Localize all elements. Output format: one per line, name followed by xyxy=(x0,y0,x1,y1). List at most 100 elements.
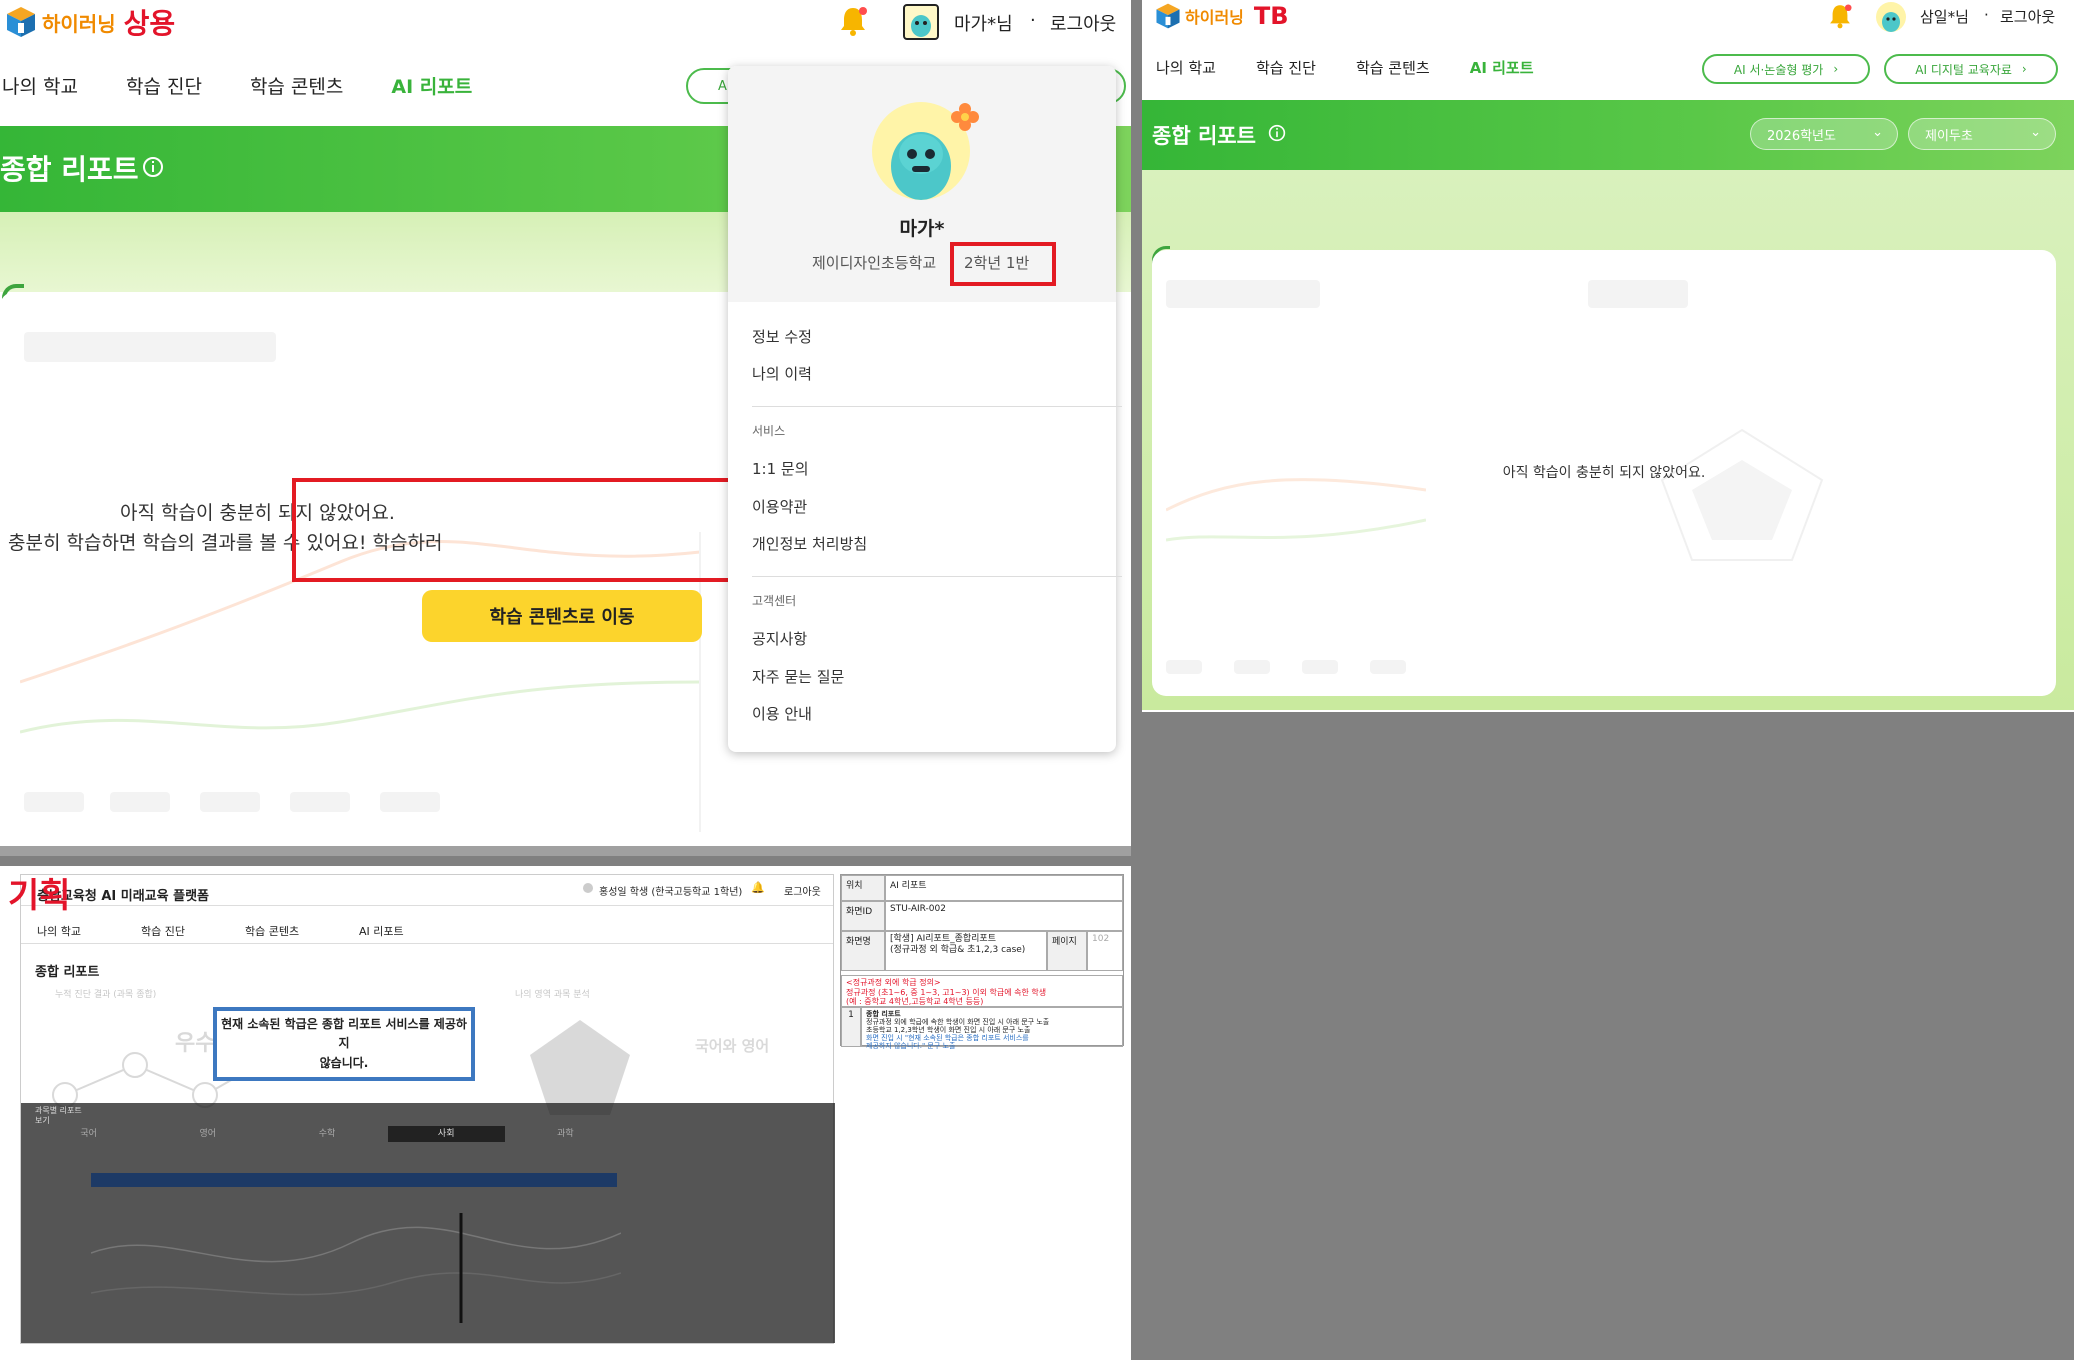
main-nav: 나의 학교 학습 진단 학습 콘텐츠 AI 리포트 xyxy=(2,72,472,99)
notice-box: 현재 소속된 학급은 종합 리포트 서비스를 제공하지 않습니다. xyxy=(213,1007,475,1081)
tab-social[interactable]: 사회 xyxy=(386,1125,506,1143)
skeleton-title xyxy=(1166,280,1320,308)
spec-name-value: [학생] AI리포트_종합리포트 (정규과정 외 학급& 초1,2,3 case… xyxy=(885,931,1047,971)
skeleton-tick xyxy=(110,792,170,812)
bell-icon[interactable]: 🔔 xyxy=(751,881,765,894)
ai-essay-button[interactable]: AI 서·논술형 평가 › xyxy=(1702,54,1870,84)
go-contents-button[interactable]: 학습 콘텐츠로 이동 xyxy=(422,590,702,642)
empty-message: 아직 학습이 충분히 되지 않았어요. xyxy=(1502,465,1706,481)
spec-name-main: [학생] AI리포트_종합리포트 xyxy=(890,934,996,944)
spec-table: 위치 AI 리포트 화면ID STU-AIR-002 화면명 [학생] AI리포… xyxy=(840,874,1124,1051)
spec-definition: <정규과정 외에 학급 정의> 정규과정 (초1~6, 중 1~3, 고1~3)… xyxy=(841,975,1123,1007)
panel-production: 하이러닝 상용 마가*님 · 로그아웃 나의 학교 학습 진단 학습 콘텐츠 A… xyxy=(0,0,1131,856)
panel-bottom-edge xyxy=(0,846,1131,856)
spec-def-line-1: 정규과정 (초1~6, 중 1~3, 고1~3) 이외 학급에 속한 학생 xyxy=(846,987,1047,997)
user-menu-dropdown: 마가* 제이디자인초등학교 2학년 1반 정보 수정 나의 이력 서비스 1:1… xyxy=(728,66,1122,752)
notice-line-2: 않습니다. xyxy=(319,1055,369,1070)
menu-divider xyxy=(752,406,1122,407)
spec-def-line-2: (예 : 중학교 4학년,고등학교 4학년 등등) xyxy=(846,997,984,1007)
avatar[interactable] xyxy=(1876,2,1906,32)
spec-screen-mock: 충남교육청 AI 미래교육 플랫폼 홍성일 학생 (한국고등학교 1학년) 🔔 … xyxy=(20,874,835,1344)
menu-guide[interactable]: 이용 안내 xyxy=(752,703,812,724)
nav-contents[interactable]: 학습 콘텐츠 xyxy=(250,72,343,99)
faded-radar xyxy=(1660,428,1824,561)
spec-name-sub: (정규과정 외 학급& 초1,2,3 case) xyxy=(890,944,1026,955)
chart-right-label: 나의 영역 과목 분석 xyxy=(515,990,590,1000)
nav-ai-report[interactable]: AI 리포트 xyxy=(1470,57,1534,78)
skeleton-tick xyxy=(1370,660,1406,674)
status-dot-icon xyxy=(583,883,593,893)
spec-id-value: STU-AIR-002 xyxy=(885,901,1123,931)
chevron-right-icon: › xyxy=(2021,62,2027,76)
skeleton-title xyxy=(24,332,276,362)
ai-digital-button[interactable]: AI 디지털 교육자료 › xyxy=(1884,54,2058,84)
panel-testbed: 하이러닝 TB 삼일*님 · 로그아웃 나의 학교 학습 진단 학습 콘텐츠 A… xyxy=(1142,0,2074,712)
menu-privacy[interactable]: 개인정보 처리방침 xyxy=(752,533,867,554)
avatar[interactable] xyxy=(903,4,939,40)
nav-my-school[interactable]: 나의 학교 xyxy=(1156,57,1216,78)
menu-faq[interactable]: 자주 묻는 질문 xyxy=(752,666,844,687)
notice-line-1: 현재 소속된 학급은 종합 리포트 서비스를 제공하지 xyxy=(221,1017,467,1051)
chart-left-label: 누적 진단 결과 (과목 종합) xyxy=(55,990,157,1000)
nav-ai-report[interactable]: AI 리포트 xyxy=(359,923,404,939)
info-circle-icon[interactable] xyxy=(1268,124,1286,146)
spec-label: 기획 xyxy=(8,876,71,916)
user-name[interactable]: 마가*님 xyxy=(954,10,1013,36)
spec-page-no: 102 xyxy=(1087,931,1123,971)
ai-pill-label: A xyxy=(718,78,727,94)
separator: · xyxy=(1984,6,1989,24)
menu-edit-info[interactable]: 정보 수정 xyxy=(752,326,812,347)
logo-cube-icon xyxy=(4,5,38,39)
skeleton-tick xyxy=(380,792,440,812)
menu-section-service: 서비스 xyxy=(752,424,786,438)
spec-description: 종합 리포트 정규과정 외에 학급에 속한 학생이 화면 진입 시 아래 문구 … xyxy=(861,1007,1123,1051)
menu-my-history[interactable]: 나의 이력 xyxy=(752,363,812,384)
spec-row-no: 1 xyxy=(841,1007,861,1047)
info-circle-icon[interactable] xyxy=(142,156,164,182)
logo[interactable]: 하이러닝 상용 xyxy=(4,2,175,42)
spec-page-label: 페이지 xyxy=(1047,931,1087,971)
tab-math[interactable]: 수학 xyxy=(267,1125,387,1143)
spec-desc-line-4: 제공하지 않습니다." 문구 노출 xyxy=(866,1042,956,1051)
school-select[interactable]: 제이두초 ⌄ xyxy=(1908,118,2056,150)
logout-link[interactable]: 로그아웃 xyxy=(2000,6,2055,27)
page-title: 종합 리포트 xyxy=(35,965,100,980)
logout-link[interactable]: 로그아웃 xyxy=(784,883,821,898)
spec-loc-label: 위치 xyxy=(841,875,885,901)
main-nav: 나의 학교 학습 진단 학습 콘텐츠 AI 리포트 xyxy=(1156,57,1534,78)
user-name[interactable]: 삼일*님 xyxy=(1920,6,1969,27)
logo[interactable]: 하이러닝 TB xyxy=(1154,2,1289,30)
nav-my-school[interactable]: 나의 학교 xyxy=(2,72,78,99)
spec-name-label: 화면명 xyxy=(841,931,885,971)
nav-diagnosis[interactable]: 학습 진단 xyxy=(1256,57,1316,78)
title-bar: 종합 리포트 2026학년도 ⌄ 제이두초 ⌄ xyxy=(1142,100,2074,170)
nav-contents[interactable]: 학습 콘텐츠 xyxy=(245,923,299,939)
skeleton-tick xyxy=(200,792,260,812)
report-card: 아직 학습이 충분히 되지 않았어요. xyxy=(1152,250,2056,696)
spec-desc-title: 종합 리포트 xyxy=(866,1010,901,1018)
flower-icon xyxy=(950,102,980,136)
menu-notice[interactable]: 공지사항 xyxy=(752,628,807,649)
logout-link[interactable]: 로그아웃 xyxy=(1050,10,1116,36)
menu-terms[interactable]: 이용약관 xyxy=(752,496,807,517)
tab-english[interactable]: 영어 xyxy=(148,1125,268,1143)
spec-def-title: <정규과정 외에 학급 정의> xyxy=(846,978,941,987)
nav-diagnosis[interactable]: 학습 진단 xyxy=(141,923,185,939)
logo-text: 하이러닝 xyxy=(42,11,116,36)
faded-wave-plot xyxy=(91,1213,621,1323)
subject-tabs: 국어 영어 수학 사회 과학 xyxy=(29,1125,626,1143)
nav-ai-report[interactable]: AI 리포트 xyxy=(391,72,472,99)
nav-contents[interactable]: 학습 콘텐츠 xyxy=(1356,57,1430,78)
bell-icon[interactable] xyxy=(836,4,870,42)
nav-diagnosis[interactable]: 학습 진단 xyxy=(126,72,202,99)
bell-icon[interactable] xyxy=(1826,2,1854,34)
spec-desc-line-2: 초등학교 1,2,3학년 학생이 화면 진입 시 아래 문구 노출 xyxy=(866,1026,1031,1035)
school-select-value: 제이두초 xyxy=(1925,128,1973,144)
year-select[interactable]: 2026학년도 ⌄ xyxy=(1750,118,1898,150)
faded-progress-bar xyxy=(91,1173,617,1187)
tab-korean[interactable]: 국어 xyxy=(29,1125,149,1143)
menu-inquiry[interactable]: 1:1 문의 xyxy=(752,458,809,479)
panel-spec: 충남교육청 AI 미래교육 플랫폼 홍성일 학생 (한국고등학교 1학년) 🔔 … xyxy=(0,866,1131,1360)
nav-my-school[interactable]: 나의 학교 xyxy=(37,923,81,939)
tab-science[interactable]: 과학 xyxy=(505,1125,626,1143)
